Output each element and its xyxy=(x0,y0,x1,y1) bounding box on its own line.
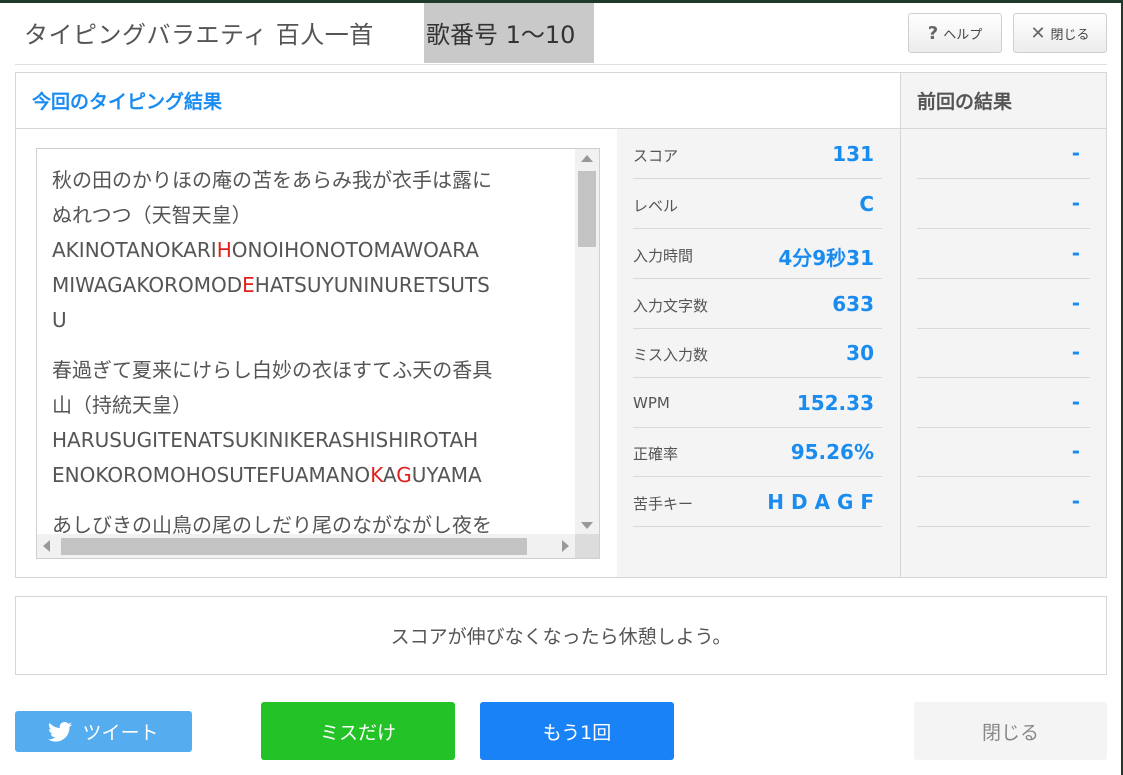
poem-romaji-line: HARUSUGITENATSUKINIKERASHISHIROTAH xyxy=(52,428,479,452)
stat-label: 正確率 xyxy=(633,445,679,463)
retry-button[interactable]: もう1回 xyxy=(480,702,674,760)
stat-row-input-time: 入力時間 4分9秒31 xyxy=(633,229,882,279)
poem-item: 秋の田のかりほの庵の苫をあらみ我が衣手は露に ぬれつつ（天智天皇） AKINOT… xyxy=(52,163,574,338)
scroll-right-arrow-icon[interactable] xyxy=(562,540,569,552)
stat-label: 入力文字数 xyxy=(633,297,709,315)
result-panel: 今回のタイピング結果 前回の結果 秋の田のかりほの庵の苫をあらみ我が衣手は露に … xyxy=(15,72,1107,578)
stat-value: 4分9秒31 xyxy=(778,246,874,270)
poem-japanese-line: ぬれつつ（天智天皇） xyxy=(52,203,252,227)
previous-stat-value: - xyxy=(1071,191,1080,215)
previous-stat-row: - xyxy=(917,427,1090,477)
tweet-button-label: ツイート xyxy=(82,722,159,744)
poem-item: 春過ぎて夏来にけらし白妙の衣ほすてふ天の香具 山（持統天皇） HARUSUGIT… xyxy=(52,353,574,493)
stat-row-char-count: 入力文字数 633 xyxy=(633,279,882,329)
scroll-up-arrow-icon[interactable] xyxy=(581,155,593,162)
close-button-bottom[interactable]: 閉じる xyxy=(914,702,1107,760)
scroll-left-arrow-icon[interactable] xyxy=(43,540,50,552)
help-button-label: ヘルプ xyxy=(943,27,983,43)
current-result-header: 今回のタイピング結果 xyxy=(16,73,900,129)
typed-text-content: 秋の田のかりほの庵の苫をあらみ我が衣手は露に ぬれつつ（天智天皇） AKINOT… xyxy=(52,163,574,558)
twitter-bird-icon xyxy=(48,721,73,742)
song-range-label: 歌番号 1〜10 xyxy=(424,3,594,63)
stat-row-accuracy: 正確率 95.26% xyxy=(633,427,882,477)
stat-label: スコア xyxy=(633,147,679,165)
stat-label: レベル xyxy=(633,197,679,215)
previous-stat-value: - xyxy=(1071,390,1080,414)
previous-stat-value: - xyxy=(1071,141,1080,165)
previous-stat-row: - xyxy=(917,328,1090,378)
previous-stat-value: - xyxy=(1071,340,1080,364)
stat-value: 95.26% xyxy=(790,440,874,464)
stat-value: 30 xyxy=(846,341,874,365)
miss-char: G xyxy=(396,463,412,487)
stat-row-weak-keys: 苦手キー H D A G F xyxy=(633,477,882,527)
poem-romaji-line: U xyxy=(52,308,67,332)
question-icon: ? xyxy=(927,22,939,44)
poem-romaji-line: AKINOTANOKARIHONOIHONOTOMAWOARA xyxy=(52,238,479,262)
previous-stat-row: - xyxy=(917,477,1090,527)
poem-romaji-line: ENOKOROMOHOSUTEFUAMANOKAGUYAMA xyxy=(52,463,482,487)
previous-stat-row: - xyxy=(917,229,1090,279)
scrollbar-corner xyxy=(575,534,599,558)
stat-label: 苦手キー xyxy=(633,495,694,513)
stat-row-miss-count: ミス入力数 30 xyxy=(633,328,882,378)
stat-row-score: スコア 131 xyxy=(633,129,882,179)
typed-text-box[interactable]: 秋の田のかりほの庵の苫をあらみ我が衣手は露に ぬれつつ（天智天皇） AKINOT… xyxy=(36,148,600,559)
poem-romaji-line: MIWAGAKOROMODEHATSUYUNINURETSUTS xyxy=(52,273,490,297)
previous-stat-value: - xyxy=(1071,489,1080,513)
header: タイピングバラエティ 百人一首 歌番号 1〜10 ? ヘルプ ✕ 閉じる xyxy=(0,3,1123,63)
close-icon: ✕ xyxy=(1030,22,1046,44)
previous-stats: - - - - - - - - xyxy=(900,129,1106,577)
miss-only-button[interactable]: ミスだけ xyxy=(261,702,455,760)
stat-value: H D A G F xyxy=(767,490,874,514)
stat-row-wpm: WPM 152.33 xyxy=(633,378,882,428)
miss-char: E xyxy=(242,273,255,297)
stat-label: WPM xyxy=(633,394,670,412)
previous-stat-row: - xyxy=(917,179,1090,229)
previous-stat-row: - xyxy=(917,378,1090,428)
stat-label: ミス入力数 xyxy=(633,346,709,364)
scroll-down-arrow-icon[interactable] xyxy=(581,522,593,529)
tweet-button[interactable]: ツイート xyxy=(15,711,192,752)
previous-stat-value: - xyxy=(1071,291,1080,315)
previous-stat-row: - xyxy=(917,129,1090,179)
previous-stat-value: - xyxy=(1071,439,1080,463)
stat-row-level: レベル C xyxy=(633,179,882,229)
horizontal-scrollbar[interactable] xyxy=(37,534,577,558)
help-button[interactable]: ? ヘルプ xyxy=(908,13,1002,53)
previous-stat-value: - xyxy=(1071,241,1080,265)
previous-result-header: 前回の結果 xyxy=(900,73,1106,129)
stat-label: 入力時間 xyxy=(633,247,694,265)
vertical-scrollbar[interactable] xyxy=(575,149,599,535)
current-result-heading: 今回のタイピング結果 xyxy=(32,91,223,113)
advice-message: スコアが伸びなくなったら休憩しよう。 xyxy=(15,596,1107,675)
miss-char: H xyxy=(216,238,232,262)
horizontal-scroll-thumb[interactable] xyxy=(61,538,527,555)
close-button-top-label: 閉じる xyxy=(1050,27,1090,43)
previous-stat-row: - xyxy=(917,279,1090,329)
stat-value: 633 xyxy=(832,292,874,316)
miss-char: K xyxy=(370,463,383,487)
poem-japanese-line: 春過ぎて夏来にけらし白妙の衣ほすてふ天の香具 xyxy=(52,358,493,382)
close-button-top[interactable]: ✕ 閉じる xyxy=(1013,13,1107,53)
poem-japanese-line: 秋の田のかりほの庵の苫をあらみ我が衣手は露に xyxy=(52,168,492,192)
stat-value: C xyxy=(859,192,874,216)
header-divider xyxy=(15,64,1107,65)
stat-value: 131 xyxy=(832,142,874,166)
page-title: タイピングバラエティ 百人一首 xyxy=(24,21,374,49)
vertical-scroll-thumb[interactable] xyxy=(578,171,596,247)
current-stats: スコア 131 レベル C 入力時間 4分9秒31 入力文字数 633 ミス入力… xyxy=(617,129,900,577)
stat-value: 152.33 xyxy=(796,391,874,415)
poem-japanese-line: 山（持統天皇） xyxy=(52,393,192,417)
previous-result-heading: 前回の結果 xyxy=(917,91,1013,113)
